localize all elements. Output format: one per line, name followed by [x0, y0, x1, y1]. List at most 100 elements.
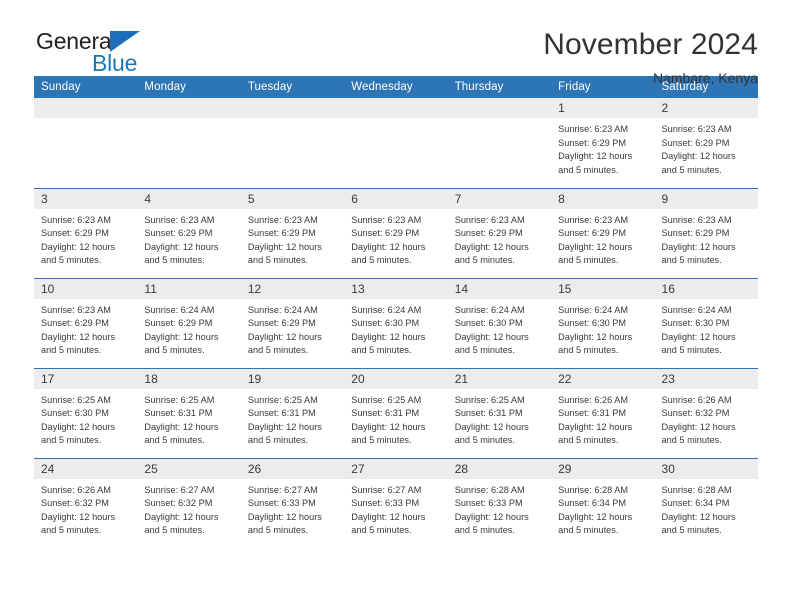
day-number: 7	[447, 188, 552, 209]
calendar-day-cell[interactable]: 3 Sunrise: 6:23 AM Sunset: 6:29 PM Daylight…	[34, 187, 138, 278]
sunset-time: Sunset: 6:29 PM	[41, 228, 109, 239]
calendar-day-cell[interactable]: 16 Sunrise: 6:24 AM Sunset: 6:30 PM Dayligh…	[654, 277, 758, 368]
sunset-time: Sunset: 6:32 PM	[41, 498, 109, 509]
calendar-day-cell[interactable]: 15 Sunrise: 6:24 AM Sunset: 6:30 PM Dayligh…	[551, 277, 655, 368]
calendar-day-cell[interactable]: 14 Sunrise: 6:24 AM Sunset: 6:30 PM Dayligh…	[447, 277, 552, 368]
calendar-day-cell[interactable]: 2 Sunrise: 6:23 AM Sunset: 6:29 PM Daylight…	[654, 98, 758, 188]
sunrise-time: Sunrise: 6:23 AM	[41, 214, 111, 225]
daylight-duration-line2: and 5 minutes.	[247, 435, 309, 446]
calendar-day-cell[interactable]: 29 Sunrise: 6:28 AM Sunset: 6:34 PM Dayligh…	[551, 457, 655, 548]
calendar-day-cell[interactable]: 24 Sunrise: 6:26 AM Sunset: 6:32 PM Dayligh…	[34, 457, 138, 548]
sunrise-time: Sunrise: 6:25 AM	[454, 394, 525, 405]
calendar-day-cell-empty	[447, 98, 552, 188]
sunset-time: Sunset: 6:29 PM	[247, 228, 316, 239]
daylight-duration-line1: Daylight: 12 hours	[558, 511, 633, 522]
day-details: Sunrise: 6:23 AM Sunset: 6:29 PM Daylight:…	[137, 209, 240, 268]
calendar-day-cell[interactable]: 30 Sunrise: 6:28 AM Sunset: 6:34 PM Dayligh…	[654, 457, 758, 548]
daylight-duration-line2: and 5 minutes.	[558, 345, 619, 356]
sunrise-time: Sunrise: 6:24 AM	[661, 304, 732, 315]
calendar-day-cell[interactable]: 28 Sunrise: 6:28 AM Sunset: 6:33 PM Dayligh…	[447, 457, 552, 548]
day-number: 26	[240, 458, 345, 479]
day-number: 6	[344, 188, 448, 209]
daylight-duration-line1: Daylight: 12 hours	[144, 241, 219, 252]
daylight-duration-line1: Daylight: 12 hours	[661, 421, 736, 432]
weekday-header-tuesday: Tuesday	[240, 76, 345, 98]
sunrise-time: Sunrise: 6:23 AM	[247, 214, 318, 225]
calendar-day-cell[interactable]: 8 Sunrise: 6:23 AM Sunset: 6:29 PM Daylight…	[551, 187, 655, 278]
sunset-time: Sunset: 6:31 PM	[144, 408, 213, 419]
title-block: November 2024 Nambare, Kenya	[543, 28, 758, 86]
sunrise-time: Sunrise: 6:25 AM	[41, 394, 111, 405]
day-number: 1	[551, 98, 655, 118]
sunrise-time: Sunrise: 6:23 AM	[661, 124, 732, 134]
daylight-duration-line1: Daylight: 12 hours	[558, 421, 633, 432]
day-number	[240, 98, 345, 118]
day-number	[344, 98, 448, 118]
calendar-day-cell[interactable]: 5 Sunrise: 6:23 AM Sunset: 6:29 PM Daylight…	[240, 187, 345, 278]
sunset-time: Sunset: 6:29 PM	[41, 318, 109, 329]
day-details: Sunrise: 6:24 AM Sunset: 6:30 PM Daylight:…	[344, 299, 447, 358]
daylight-duration-line2: and 5 minutes.	[661, 255, 722, 266]
sunrise-time: Sunrise: 6:25 AM	[144, 394, 215, 405]
day-number: 4	[137, 188, 241, 209]
day-number: 29	[551, 458, 655, 479]
daylight-duration-line2: and 5 minutes.	[661, 435, 722, 446]
calendar-day-cell[interactable]: 26 Sunrise: 6:27 AM Sunset: 6:33 PM Dayligh…	[240, 457, 345, 548]
calendar-day-cell[interactable]: 17 Sunrise: 6:25 AM Sunset: 6:30 PM Dayligh…	[34, 367, 138, 458]
general-blue-logo[interactable]: General Blue	[34, 28, 174, 84]
day-number: 15	[551, 278, 655, 299]
day-details: Sunrise: 6:27 AM Sunset: 6:33 PM Daylight:…	[241, 479, 344, 538]
calendar-day-cell[interactable]: 27 Sunrise: 6:27 AM Sunset: 6:33 PM Dayligh…	[344, 457, 448, 548]
daylight-duration-line2: and 5 minutes.	[454, 345, 515, 356]
calendar-day-cell[interactable]: 7 Sunrise: 6:23 AM Sunset: 6:29 PM Daylight…	[447, 187, 552, 278]
daylight-duration-line1: Daylight: 12 hours	[41, 241, 116, 252]
daylight-duration-line1: Daylight: 12 hours	[558, 151, 633, 162]
daylight-duration-line1: Daylight: 12 hours	[351, 421, 426, 432]
calendar-week-row: 1 Sunrise: 6:23 AM Sunset: 6:29 PM Daylight…	[34, 98, 758, 188]
sunset-time: Sunset: 6:33 PM	[454, 498, 523, 509]
calendar-day-cell[interactable]: 9 Sunrise: 6:23 AM Sunset: 6:29 PM Daylight…	[654, 187, 758, 278]
calendar-day-cell-empty	[34, 98, 138, 188]
day-details: Sunrise: 6:26 AM Sunset: 6:31 PM Daylight:…	[551, 389, 654, 448]
day-details: Sunrise: 6:27 AM Sunset: 6:33 PM Daylight:…	[344, 479, 447, 538]
triangle-icon	[110, 31, 140, 52]
sunrise-time: Sunrise: 6:23 AM	[558, 214, 629, 225]
daylight-duration-line1: Daylight: 12 hours	[454, 511, 529, 522]
sunset-time: Sunset: 6:30 PM	[661, 318, 730, 329]
sunset-time: Sunset: 6:34 PM	[661, 498, 730, 509]
calendar-day-cell[interactable]: 19 Sunrise: 6:25 AM Sunset: 6:31 PM Dayligh…	[240, 367, 345, 458]
calendar-day-cell[interactable]: 13 Sunrise: 6:24 AM Sunset: 6:30 PM Dayligh…	[344, 277, 448, 368]
day-number: 28	[447, 458, 552, 479]
day-number: 25	[137, 458, 241, 479]
calendar-day-cell[interactable]: 22 Sunrise: 6:26 AM Sunset: 6:31 PM Dayligh…	[551, 367, 655, 458]
sunrise-time: Sunrise: 6:27 AM	[351, 484, 422, 495]
day-number: 2	[654, 98, 758, 118]
page-title: November 2024	[543, 28, 758, 61]
sunset-time: Sunset: 6:29 PM	[247, 318, 316, 329]
calendar-day-cell[interactable]: 10 Sunrise: 6:23 AM Sunset: 6:29 PM Dayligh…	[34, 277, 138, 368]
daylight-duration-line2: and 5 minutes.	[247, 345, 309, 356]
logo-word-blue: Blue	[92, 50, 138, 76]
day-details: Sunrise: 6:23 AM Sunset: 6:29 PM Daylight:…	[34, 209, 137, 268]
day-number: 18	[137, 368, 241, 389]
calendar-day-cell[interactable]: 6 Sunrise: 6:23 AM Sunset: 6:29 PM Daylight…	[344, 187, 448, 278]
daylight-duration-line2: and 5 minutes.	[558, 525, 619, 536]
calendar-day-cell[interactable]: 12 Sunrise: 6:24 AM Sunset: 6:29 PM Dayligh…	[240, 277, 345, 368]
calendar-day-cell[interactable]: 23 Sunrise: 6:26 AM Sunset: 6:32 PM Dayligh…	[654, 367, 758, 458]
calendar-day-cell[interactable]: 1 Sunrise: 6:23 AM Sunset: 6:29 PM Daylight…	[551, 98, 655, 188]
calendar-day-cell[interactable]: 11 Sunrise: 6:24 AM Sunset: 6:29 PM Dayligh…	[137, 277, 241, 368]
day-number: 16	[654, 278, 758, 299]
daylight-duration-line2: and 5 minutes.	[41, 435, 102, 446]
daylight-duration-line2: and 5 minutes.	[454, 525, 515, 536]
calendar-day-cell[interactable]: 21 Sunrise: 6:25 AM Sunset: 6:31 PM Dayligh…	[447, 367, 552, 458]
calendar-day-cell[interactable]: 4 Sunrise: 6:23 AM Sunset: 6:29 PM Daylight…	[137, 187, 241, 278]
day-number: 22	[551, 368, 655, 389]
calendar-day-cell[interactable]: 18 Sunrise: 6:25 AM Sunset: 6:31 PM Dayligh…	[137, 367, 241, 458]
sunrise-time: Sunrise: 6:28 AM	[558, 484, 629, 495]
daylight-duration-line1: Daylight: 12 hours	[144, 331, 219, 342]
day-number	[137, 98, 241, 118]
day-details: Sunrise: 6:24 AM Sunset: 6:30 PM Daylight:…	[448, 299, 551, 358]
calendar-day-cell[interactable]: 25 Sunrise: 6:27 AM Sunset: 6:32 PM Dayligh…	[137, 457, 241, 548]
sunset-time: Sunset: 6:32 PM	[661, 408, 730, 419]
calendar-day-cell[interactable]: 20 Sunrise: 6:25 AM Sunset: 6:31 PM Dayligh…	[344, 367, 448, 458]
